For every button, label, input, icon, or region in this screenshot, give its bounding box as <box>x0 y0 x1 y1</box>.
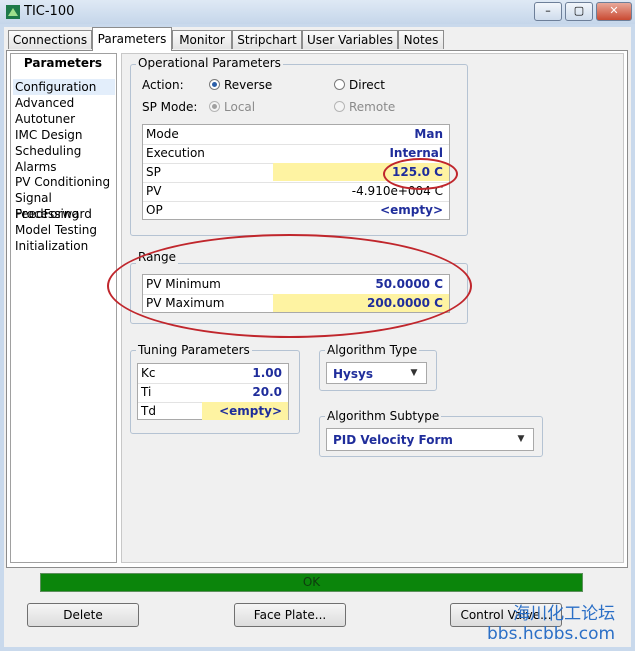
watermark: 海川化工论坛 bbs.hcbbs.com <box>487 604 615 644</box>
row-label: PV <box>146 184 162 198</box>
face-plate-button[interactable]: Face Plate... <box>234 603 346 627</box>
watermark-line-1: 海川化工论坛 <box>513 604 616 624</box>
delete-button[interactable]: Delete <box>27 603 139 627</box>
maximize-button[interactable]: ▢ <box>565 2 593 21</box>
operational-parameters-legend: Operational Parameters <box>136 56 283 70</box>
nav-item-configuration[interactable]: Configuration <box>13 79 115 95</box>
grid-row-ti[interactable]: Ti 20.0 <box>138 383 288 403</box>
row-label: Td <box>141 404 156 418</box>
tab-parameters[interactable]: Parameters <box>92 27 172 51</box>
algorithm-subtype-value: PID Velocity Form <box>333 433 453 447</box>
row-label: Kc <box>141 366 156 380</box>
minimize-icon: – <box>545 4 551 17</box>
tab-connections[interactable]: Connections <box>8 30 92 49</box>
tab-stripchart[interactable]: Stripchart <box>232 30 302 49</box>
algorithm-type-dropdown[interactable]: Hysys ▼ <box>326 362 427 384</box>
nav-item-scheduling[interactable]: Scheduling <box>13 143 115 159</box>
watermark-line-2: bbs.hcbbs.com <box>487 624 616 644</box>
algorithm-subtype-legend: Algorithm Subtype <box>325 409 442 423</box>
window-title: TIC-100 <box>24 4 75 19</box>
remote-label: Remote <box>349 100 396 114</box>
nav-item-pv-conditioning[interactable]: PV Conditioning <box>13 174 115 190</box>
nav-item-advanced[interactable]: Advanced <box>13 95 115 111</box>
tab-user-variables[interactable]: User Variables <box>302 30 398 49</box>
row-label: Execution <box>146 146 205 160</box>
grid-row-mode[interactable]: Mode Man <box>143 125 449 145</box>
mode-value[interactable]: Man <box>273 125 449 143</box>
reverse-label: Reverse <box>224 78 273 92</box>
tab-notes[interactable]: Notes <box>398 30 444 49</box>
chevron-down-icon: ▼ <box>517 434 525 444</box>
grid-row-td[interactable]: Td <empty> <box>138 402 288 421</box>
nav-item-alarms[interactable]: Alarms <box>13 159 115 175</box>
direct-label: Direct <box>349 78 385 92</box>
nav-item-initialization[interactable]: Initialization <box>13 238 115 254</box>
tuning-parameters-legend: Tuning Parameters <box>136 343 252 357</box>
nav-item-model-testing[interactable]: Model Testing <box>13 222 115 238</box>
app-icon <box>6 5 20 19</box>
op-value[interactable]: <empty> <box>273 201 449 219</box>
reverse-radio[interactable] <box>209 79 220 90</box>
nav-header: Parameters <box>23 56 103 70</box>
algorithm-type-value: Hysys <box>333 367 373 381</box>
close-button[interactable]: ✕ <box>596 2 632 21</box>
local-label: Local <box>224 100 256 114</box>
maximize-icon: ▢ <box>573 4 585 17</box>
row-label: OP <box>146 203 163 217</box>
td-value[interactable]: <empty> <box>202 402 288 420</box>
action-label: Action: <box>142 78 184 92</box>
sp-annotation-ellipse <box>383 158 458 190</box>
kc-value[interactable]: 1.00 <box>202 364 288 382</box>
nav-item-feedforward[interactable]: FeedForward <box>13 206 115 222</box>
row-label: Ti <box>141 385 152 399</box>
sp-mode-label: SP Mode: <box>142 100 198 114</box>
close-icon: ✕ <box>609 4 619 17</box>
nav-item-signal-processing[interactable]: Signal Processing <box>13 190 115 221</box>
grid-row-kc[interactable]: Kc 1.00 <box>138 364 288 384</box>
chevron-down-icon: ▼ <box>410 368 418 378</box>
range-annotation-ellipse <box>107 234 472 338</box>
remote-radio <box>334 101 345 112</box>
algorithm-type-legend: Algorithm Type <box>325 343 420 357</box>
tuning-grid: Kc 1.00 Ti 20.0 Td <empty> <box>137 363 289 420</box>
direct-radio[interactable] <box>334 79 345 90</box>
grid-row-op[interactable]: OP <empty> <box>143 201 449 220</box>
nav-item-autotuner[interactable]: Autotuner <box>13 111 115 127</box>
tab-monitor[interactable]: Monitor <box>172 30 232 49</box>
algorithm-subtype-dropdown[interactable]: PID Velocity Form ▼ <box>326 428 534 451</box>
status-bar: OK <box>40 573 583 592</box>
minimize-button[interactable]: – <box>534 2 562 21</box>
nav-item-imc-design[interactable]: IMC Design <box>13 127 115 143</box>
local-radio <box>209 101 220 112</box>
ti-value[interactable]: 20.0 <box>202 383 288 401</box>
row-label: Mode <box>146 127 179 141</box>
row-label: SP <box>146 165 161 179</box>
